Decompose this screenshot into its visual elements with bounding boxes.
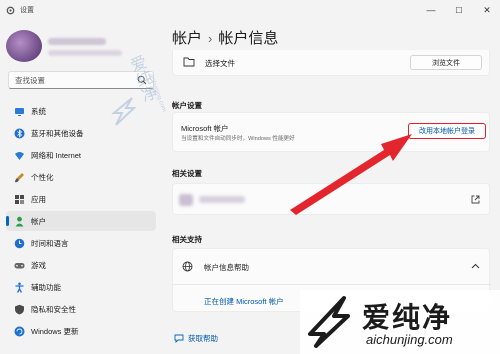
window-title: 设置 [20, 7, 34, 14]
breadcrumb-separator: › [208, 31, 213, 46]
get-help-label: 获取帮助 [188, 334, 218, 343]
active-indicator [6, 216, 9, 226]
monitor-icon [15, 108, 24, 116]
sidebar-item-person[interactable]: 帐户 [6, 211, 156, 231]
brush-icon [15, 173, 24, 183]
sidebar-item-label: 系统 [31, 107, 46, 116]
sidebar-item-label: 时间和语言 [31, 239, 69, 248]
sidebar-item-apps[interactable]: 应用 [6, 189, 156, 209]
sidebar-item-gamepad[interactable]: 游戏 [6, 255, 156, 275]
avatar[interactable] [6, 30, 42, 62]
browse-files-button[interactable]: 浏览文件 [410, 55, 482, 70]
choose-file-row: 选择文件 浏览文件 [172, 50, 490, 76]
minimize-button[interactable]: — [418, 0, 444, 20]
sidebar-item-label: 蓝牙和其他设备 [31, 129, 84, 138]
breadcrumb: 帐户 › 帐户信息 [172, 27, 278, 48]
watermark-logo [308, 296, 350, 348]
sidebar-item-label: 辅助功能 [31, 283, 61, 292]
apps-icon [15, 195, 24, 204]
divider [173, 284, 491, 285]
bluetooth-icon [14, 128, 25, 139]
page-title: 帐户信息 [218, 30, 279, 47]
accessibility-icon [15, 282, 24, 293]
globe-clock-icon [14, 238, 25, 249]
watermark-logo-faint [111, 97, 136, 126]
sidebar-item-brush[interactable]: 个性化 [6, 167, 156, 187]
sidebar-item-globe-clock[interactable]: 时间和语言 [6, 233, 156, 253]
choose-file-label: 选择文件 [205, 59, 235, 68]
sidebar-item-label: 帐户 [31, 217, 46, 226]
wifi-icon [15, 152, 24, 160]
get-help-link[interactable]: 获取帮助 [172, 330, 252, 346]
related-settings-heading: 相关设置 [172, 169, 202, 178]
sidebar-item-label: 网络和 Internet [31, 151, 82, 160]
gamepad-icon [14, 263, 25, 269]
account-help-title: 帐户信息帮助 [204, 263, 249, 272]
related-support-heading: 相关支持 [172, 235, 202, 244]
create-microsoft-account-link[interactable]: 正在创建 Microsoft 帐户 [204, 296, 284, 307]
settings-app-icon [6, 6, 15, 15]
globe-icon [182, 261, 193, 272]
watermark-faint: 爱纯净 aichunjing.com [108, 53, 180, 165]
microsoft-account-card: Microsoft 帐户 当设置和文件自动同步时，Windows 性能更好 改用… [172, 112, 490, 152]
watermark-brand: 爱纯净 [362, 301, 453, 334]
help-icon [174, 334, 184, 343]
sidebar-item-shield[interactable]: 隐私和安全性 [6, 299, 156, 319]
sidebar-item-update[interactable]: Windows 更新 [6, 321, 156, 341]
sidebar-item-label: 隐私和安全性 [31, 305, 76, 314]
watermark: 爱纯净 aichunjing.com [300, 290, 500, 354]
sidebar-item-label: 个性化 [31, 173, 54, 182]
blurred-item-label [199, 196, 245, 203]
sidebar-item-label: 应用 [31, 195, 46, 204]
search-placeholder: 查找设置 [15, 76, 45, 85]
watermark-url: aichunjing.com [366, 332, 453, 347]
shield-icon [15, 304, 24, 315]
update-icon [14, 326, 25, 337]
folder-icon [183, 57, 195, 67]
sidebar-item-label: 游戏 [31, 261, 46, 270]
profile-name-blurred [48, 38, 106, 45]
switch-to-local-account-button[interactable]: 改用本地帐户登录 [408, 123, 486, 139]
close-button[interactable]: ✕ [474, 0, 500, 20]
sidebar-item-accessibility[interactable]: 辅助功能 [6, 277, 156, 297]
maximize-button[interactable]: ☐ [446, 0, 472, 20]
account-help-expander[interactable]: 帐户信息帮助 [173, 249, 491, 284]
microsoft-account-desc: 当设置和文件自动同步时，Windows 性能更好 [181, 136, 295, 142]
breadcrumb-parent[interactable]: 帐户 [172, 30, 202, 47]
microsoft-account-title: Microsoft 帐户 [181, 124, 229, 133]
sidebar-item-label: Windows 更新 [31, 327, 79, 336]
title-bar: 设置 — ☐ ✕ [0, 0, 500, 22]
blurred-item-icon [179, 194, 193, 206]
open-external-icon [471, 195, 480, 204]
related-settings-card[interactable] [172, 183, 490, 215]
chevron-up-icon [471, 263, 480, 269]
person-icon [15, 216, 24, 227]
